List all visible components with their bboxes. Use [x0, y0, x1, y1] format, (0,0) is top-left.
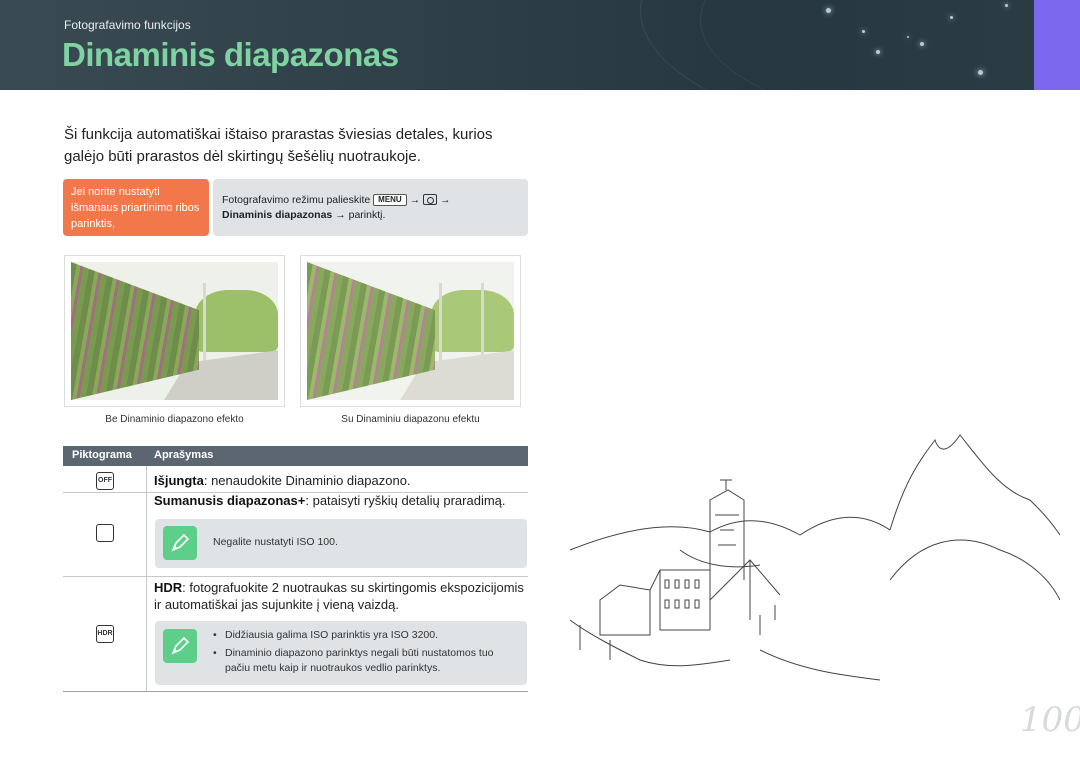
page-number: 100: [1020, 700, 1080, 740]
arrow-2: →: [439, 194, 451, 206]
arrow-1: →: [409, 194, 421, 206]
page-title: Dinaminis diapazonas: [62, 36, 399, 73]
header-desc-col: Aprašymas: [154, 449, 214, 461]
step-prefix: Fotografavimo režimu palieskite: [222, 194, 371, 206]
section-label: Fotografavimo funkcijos: [64, 18, 191, 32]
note-text: Negalite nustatyti ISO 100.: [213, 536, 338, 548]
note-item: Didžiausia galima ISO parinktis yra ISO …: [213, 628, 518, 643]
mountain-village-sketch: [569, 434, 1060, 681]
step-suffix: → parinktį.: [335, 209, 386, 221]
table-row: Sumanusis diapazonas+: pataisyti ryškių …: [154, 493, 506, 508]
table-row: Išjungta: nenaudokite Dinaminio diapazon…: [154, 473, 411, 488]
smart-range-icon: [96, 524, 114, 542]
pen-note-icon: [163, 526, 197, 560]
note-item: Dinaminio diapazono parinktys negali būt…: [213, 646, 518, 676]
photo-with-effect: [300, 255, 521, 407]
side-tab[interactable]: [1034, 0, 1080, 90]
step-bold: Dinaminis diapazonas: [222, 209, 333, 221]
photo-without-effect: [64, 255, 285, 407]
dr-off-icon: OFF: [96, 472, 114, 490]
header-banner: Fotografavimo funkcijos Dinaminis diapaz…: [0, 0, 1080, 90]
camera-icon: [423, 194, 438, 205]
row-label: HDR: [154, 580, 183, 595]
intro-text: Ši funkcija automatiškai ištaiso prarast…: [64, 126, 493, 165]
pen-note-icon: [163, 629, 197, 663]
table-header: Piktograma Aprašymas: [63, 446, 528, 466]
note-box: Didžiausia galima ISO parinktis yra ISO …: [155, 621, 527, 685]
hdr-icon: HDR: [96, 625, 114, 643]
header-icon-col: Piktograma: [72, 449, 132, 461]
instruction-condition: Jei norite nustatyti išmanaus priartinim…: [63, 179, 209, 236]
photo-caption-2: Su Dinaminiu diapazonu efektu: [341, 414, 480, 425]
row-label: Sumanusis diapazonas+: [154, 493, 306, 508]
note-box: Negalite nustatyti ISO 100.: [155, 519, 527, 568]
note-list: Didžiausia galima ISO parinktis yra ISO …: [213, 628, 518, 676]
row-label: Išjungta: [154, 473, 204, 488]
table-row: HDR: fotografuokite 2 nuotraukas su skir…: [154, 580, 524, 612]
menu-key-icon: MENU: [373, 194, 407, 206]
photo-caption-1: Be Dinaminio diapazono efekto: [105, 414, 244, 425]
instruction-steps: Fotografavimo režimu palieskite MENU → →…: [213, 179, 528, 236]
